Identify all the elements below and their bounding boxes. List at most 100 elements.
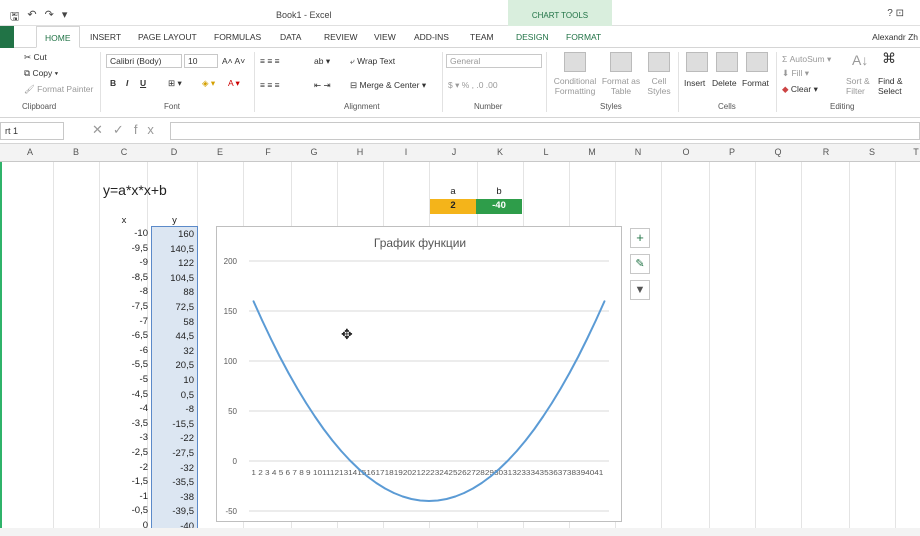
x-cell[interactable]: -7,5 [132, 301, 148, 312]
data-point[interactable] [278, 355, 281, 358]
cancel-icon[interactable]: ✕ [92, 122, 113, 137]
orientation-icon[interactable]: ab ▾ [314, 56, 330, 67]
column-header-i[interactable]: I [400, 147, 412, 157]
tab-home[interactable]: HOME [36, 26, 80, 48]
format-as-table-button[interactable]: Format as Table [600, 76, 642, 96]
param-a-value[interactable]: 2 [430, 199, 476, 214]
data-point[interactable] [261, 319, 263, 322]
x-header[interactable]: x [101, 215, 147, 226]
x-cell[interactable]: -8 [140, 286, 148, 297]
y-cell[interactable]: -8 [186, 404, 194, 415]
data-point[interactable] [480, 482, 483, 484]
column-header-m[interactable]: M [586, 147, 598, 157]
y-cell[interactable]: 10 [183, 375, 194, 386]
tab-team[interactable]: TEAM [470, 32, 494, 42]
data-point[interactable] [551, 402, 553, 404]
tab-page-layout[interactable]: PAGE LAYOUT [138, 32, 197, 42]
bold-button[interactable]: B [110, 78, 116, 88]
column-header-c[interactable]: C [118, 147, 130, 157]
data-point[interactable] [410, 498, 413, 500]
copy-button[interactable]: ⧉ Copy ▾ [24, 68, 58, 79]
data-point[interactable] [419, 499, 421, 502]
customize-icon[interactable]: ▾ [62, 8, 68, 27]
chart-elements-button[interactable]: + [630, 228, 650, 248]
x-cell[interactable]: -10 [134, 228, 148, 239]
data-point[interactable] [472, 487, 474, 490]
find-select-button[interactable]: Find & Select [878, 76, 914, 96]
cell-styles-icon[interactable] [648, 52, 670, 72]
format-as-table-icon[interactable] [610, 52, 632, 72]
delete-cells-icon[interactable] [716, 52, 738, 72]
y-cell[interactable]: 140,5 [170, 244, 194, 255]
column-header-s[interactable]: S [866, 147, 878, 157]
wrap-text-button[interactable]: ⤶ Wrap Text [350, 56, 395, 67]
fill-button[interactable]: ⬇ Fill ▾ [782, 68, 809, 79]
column-header-a[interactable]: A [24, 147, 36, 157]
data-point[interactable] [568, 372, 571, 374]
data-point[interactable] [401, 495, 404, 498]
column-header-o[interactable]: O [680, 147, 692, 157]
clear-button[interactable]: ◆ Clear ▾ [782, 84, 818, 95]
data-point[interactable] [559, 387, 562, 390]
y-cell[interactable]: -39,5 [172, 506, 194, 517]
user-name[interactable]: Alexandr Zh [872, 32, 918, 42]
column-header-t[interactable]: T [910, 147, 920, 157]
column-header-e[interactable]: E [214, 147, 226, 157]
autosum-button[interactable]: Σ AutoSum ▾ [782, 54, 831, 65]
font-grow-icon[interactable]: A˄ A˅ [222, 56, 245, 66]
data-point[interactable] [603, 300, 606, 302]
x-cell[interactable]: -9 [140, 257, 148, 268]
column-header-h[interactable]: H [354, 147, 366, 157]
y-cell[interactable]: 0,5 [181, 390, 194, 401]
column-header-l[interactable]: L [540, 147, 552, 157]
enter-icon[interactable]: ✓ [113, 122, 134, 137]
name-box[interactable]: rt 1 [0, 122, 64, 140]
y-cell[interactable]: 72,5 [176, 302, 195, 313]
merge-center-button[interactable]: ⊟ Merge & Center ▾ [350, 80, 426, 91]
y-cell[interactable]: 44,5 [176, 331, 195, 342]
column-header-r[interactable]: R [820, 147, 832, 157]
x-cell[interactable]: -1,5 [132, 476, 148, 487]
cell-styles-button[interactable]: Cell Styles [642, 76, 676, 96]
y-cell[interactable]: 20,5 [176, 360, 195, 371]
formula-input[interactable] [170, 122, 920, 140]
column-header-d[interactable]: D [168, 147, 180, 157]
tab-insert[interactable]: INSERT [90, 32, 121, 42]
data-point[interactable] [498, 468, 501, 470]
sort-filter-button[interactable]: Sort & Filter [846, 76, 876, 96]
y-cell[interactable]: 88 [183, 287, 194, 298]
data-point[interactable] [524, 439, 527, 442]
data-point[interactable] [375, 482, 378, 484]
font-color-icon[interactable]: A ▾ [228, 78, 240, 89]
cut-button[interactable]: ✂ Cut [24, 52, 47, 63]
data-point[interactable] [270, 338, 272, 340]
chart-title[interactable]: График функции [374, 236, 466, 250]
data-point[interactable] [340, 450, 342, 452]
y-column-selected[interactable]: 160 140,5 122 104,5 88 72,5 58 44,5 32 20,5 10 0,5 -… [151, 226, 198, 536]
x-cell[interactable]: -2,5 [132, 447, 148, 458]
insert-cells-button[interactable]: Insert [684, 78, 705, 88]
data-point[interactable] [516, 450, 518, 452]
chart-styles-button[interactable]: ✎ [630, 254, 650, 274]
tab-review[interactable]: REVIEW [324, 32, 358, 42]
conditional-formatting-icon[interactable] [564, 52, 586, 72]
fill-color-icon[interactable]: ◈ ▾ [202, 78, 215, 89]
data-point[interactable] [533, 428, 536, 430]
undo-icon[interactable]: ↶ [27, 8, 36, 27]
y-cell[interactable]: -15,5 [172, 419, 194, 430]
fx-icon[interactable]: fx [134, 122, 164, 137]
data-point[interactable] [595, 319, 597, 322]
underline-button[interactable]: U [140, 78, 146, 88]
data-point[interactable] [463, 492, 465, 494]
y-cell[interactable]: -32 [180, 463, 194, 474]
data-point[interactable] [437, 499, 439, 502]
sort-icon[interactable]: A↓ [852, 52, 868, 68]
x-cell[interactable]: -2 [140, 462, 148, 473]
x-cell[interactable]: -4 [140, 403, 148, 414]
y-cell[interactable]: 32 [183, 346, 194, 357]
indent-icon[interactable]: ⇤ ⇥ [314, 80, 331, 91]
y-cell[interactable]: 104,5 [170, 273, 194, 284]
tab-design[interactable]: DESIGN [516, 32, 549, 42]
x-cell[interactable]: -3,5 [132, 418, 148, 429]
data-point[interactable] [507, 459, 509, 462]
